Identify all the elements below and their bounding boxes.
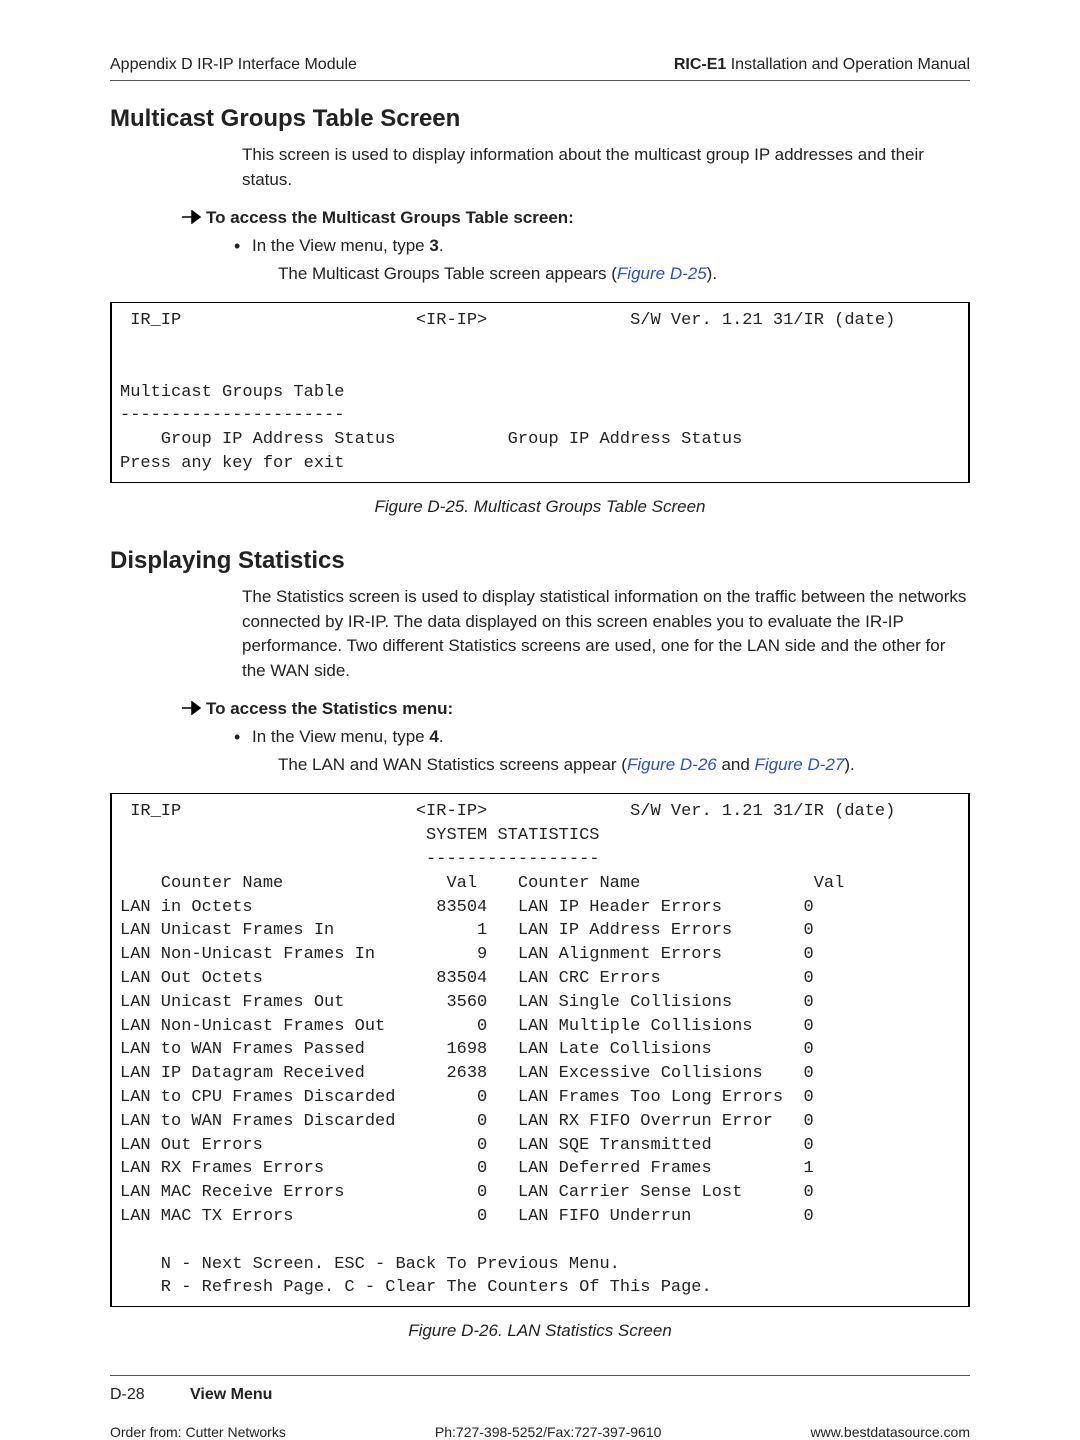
bullet-bold-2: 4 [429,727,438,746]
result-post: ). [707,264,717,283]
footer-line1: D-28 View Menu [110,1386,970,1404]
header-right-rest: Installation and Operation Manual [726,56,970,73]
footer-order: Order from: Cutter Networks [110,1424,286,1440]
result-mid: and [717,755,755,774]
para-multicast: This screen is used to display informati… [242,143,970,192]
procedure-multicast: To access the Multicast Groups Table scr… [206,208,970,228]
result-post-2: ). [844,755,854,774]
bullet-pre: In the View menu, type [252,236,429,255]
heading-multicast: Multicast Groups Table Screen [110,105,970,133]
page-header: Appendix D IR-IP Interface Module RIC-E1… [110,56,970,81]
figref-d25[interactable]: Figure D-25 [617,264,707,283]
footer-title: View Menu [190,1386,272,1404]
terminal-multicast: IR_IP <IR-IP> S/W Ver. 1.21 31/IR (date)… [110,302,970,483]
result-pre-2: The LAN and WAN Statistics screens appea… [278,755,627,774]
arrow-icon [182,701,202,715]
result-pre: The Multicast Groups Table screen appear… [278,264,617,283]
terminal-statistics: IR_IP <IR-IP> S/W Ver. 1.21 31/IR (date)… [110,793,970,1307]
arrow-icon [182,210,202,224]
heading-statistics: Displaying Statistics [110,547,970,575]
result-statistics: The LAN and WAN Statistics screens appea… [278,755,970,775]
footer-rule [110,1375,970,1376]
bullet-multicast: In the View menu, type 3. [252,236,970,256]
figref-d26[interactable]: Figure D-26 [627,755,717,774]
header-left: Appendix D IR-IP Interface Module [110,56,357,74]
footer-phone: Ph:727-398-5252/Fax:727-397-9610 [435,1424,662,1440]
footer-line2: Order from: Cutter Networks Ph:727-398-5… [110,1424,970,1440]
result-multicast: The Multicast Groups Table screen appear… [278,264,970,284]
bullet-post-2: . [439,727,444,746]
procedure-multicast-text: To access the Multicast Groups Table scr… [206,208,574,227]
page-number: D-28 [110,1386,190,1404]
para-statistics: The Statistics screen is used to display… [242,585,970,684]
bullet-statistics: In the View menu, type 4. [252,727,970,747]
bullet-bold: 3 [429,236,438,255]
procedure-statistics-text: To access the Statistics menu: [206,699,453,718]
bullet-post: . [439,236,444,255]
header-right-bold: RIC-E1 [674,56,726,73]
header-right: RIC-E1 Installation and Operation Manual [674,56,970,74]
procedure-statistics: To access the Statistics menu: [206,699,970,719]
bullet-pre-2: In the View menu, type [252,727,429,746]
figref-d27[interactable]: Figure D-27 [755,755,845,774]
caption-d25: Figure D-25. Multicast Groups Table Scre… [110,497,970,517]
footer-url: www.bestdatasource.com [810,1424,970,1440]
caption-d26: Figure D-26. LAN Statistics Screen [110,1321,970,1341]
